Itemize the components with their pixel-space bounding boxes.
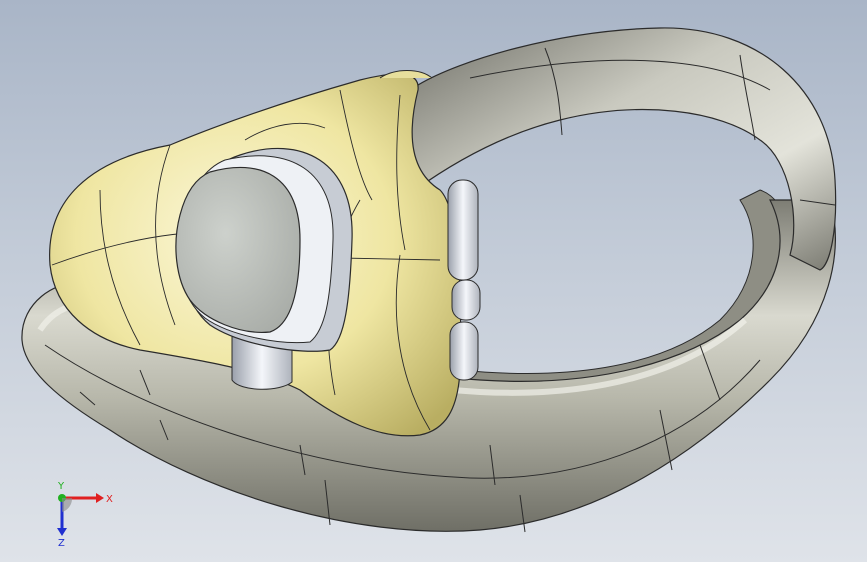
y-axis-label: Y [57, 481, 65, 492]
x-axis-label: X [106, 494, 113, 505]
3d-viewport[interactable]: X Y Z [0, 0, 867, 562]
headset-model[interactable] [0, 0, 867, 562]
z-axis-label: Z [58, 538, 65, 548]
side-button-middle [451, 279, 481, 321]
side-button-bottom [449, 321, 479, 381]
axis-triad: X Y Z [57, 481, 113, 548]
side-button-top [447, 179, 479, 281]
